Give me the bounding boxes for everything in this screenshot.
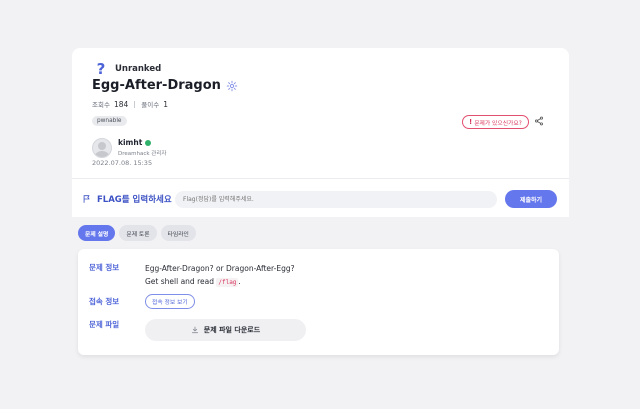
divider <box>72 178 569 179</box>
download-icon <box>191 326 198 334</box>
flag-input[interactable] <box>175 190 497 208</box>
avatar[interactable] <box>92 138 112 158</box>
flag-path-code: /flag <box>216 278 239 287</box>
gear-icon[interactable] <box>226 80 238 92</box>
description-text: Get shell and read <box>145 277 214 286</box>
report-label: 문제가 있으신가요? <box>474 120 522 127</box>
tab-timeline[interactable]: 타임라인 <box>160 225 196 241</box>
flag-label: FLAG를 입력하세요 <box>97 195 172 205</box>
tab-discussion[interactable]: 문제 토론 <box>119 225 157 241</box>
problem-header-card: ? Unranked Egg-After-Dragon 조회수 184 풀이수 … <box>72 48 569 217</box>
views-label: 조회수 <box>92 101 110 109</box>
flag-icon <box>83 195 90 203</box>
author-name-row: kimht <box>118 138 166 147</box>
flag-row: FLAG를 입력하세요 제출하기 <box>82 189 562 209</box>
download-button[interactable]: 문제 파일 다운로드 <box>145 319 306 341</box>
author-name[interactable]: kimht <box>118 138 142 147</box>
stats-divider <box>134 100 136 108</box>
download-label: 문제 파일 다운로드 <box>203 326 261 334</box>
rank-label: Unranked <box>115 64 162 74</box>
stats-row: 조회수 184 풀이수 1 <box>92 99 169 110</box>
exclamation-icon: ! <box>469 118 473 126</box>
problem-detail-card: 문제 정보 Egg-After-Dragon? or Dragon-After-… <box>78 249 559 355</box>
tab-description[interactable]: 문제 설명 <box>78 225 116 241</box>
info-section-label: 문제 정보 <box>89 263 120 272</box>
solves-count: 1 <box>163 99 169 109</box>
category-tag[interactable]: pwnable <box>92 116 127 126</box>
connection-section-label: 접속 정보 <box>89 297 120 306</box>
submit-button[interactable]: 제출하기 <box>505 190 557 208</box>
solves-label: 풀이수 <box>141 101 160 109</box>
report-button[interactable]: ! 문제가 있으신가요? <box>462 115 529 129</box>
connection-info-button[interactable]: 접속 정보 보기 <box>145 294 195 309</box>
description-line-1: Egg-After-Dragon? or Dragon-After-Egg? <box>145 264 295 273</box>
file-section-label: 문제 파일 <box>89 320 120 329</box>
description-period: . <box>238 277 241 286</box>
tab-bar: 문제 설명 문제 토론 타임라인 <box>78 225 200 241</box>
rank-row: ? Unranked <box>94 60 162 78</box>
problem-title: Egg-After-Dragon <box>92 78 221 93</box>
author-role: Dreamhack 관리자 <box>118 151 167 157</box>
title-row: Egg-After-Dragon <box>92 78 238 93</box>
question-mark-icon: ? <box>96 60 106 78</box>
views-count: 184 <box>113 99 129 109</box>
description-line-2: Get shell and read /flag. <box>145 275 295 289</box>
author-info: kimht Dreamhack 관리자 <box>118 138 166 158</box>
problem-description: Egg-After-Dragon? or Dragon-After-Egg? G… <box>145 262 295 289</box>
publish-date: 2022.07.08. 15:35 <box>92 159 153 167</box>
share-icon[interactable] <box>534 116 544 126</box>
verified-icon <box>145 139 152 146</box>
author-block: kimht Dreamhack 관리자 <box>92 138 166 158</box>
